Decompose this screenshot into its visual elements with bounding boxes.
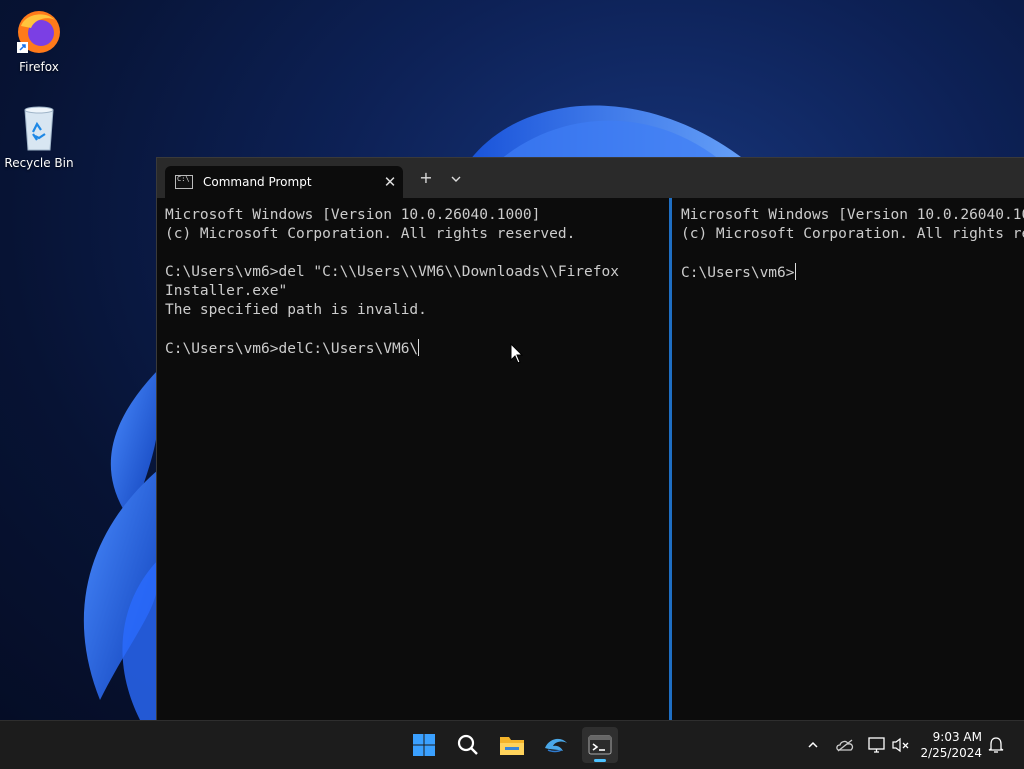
firefox-icon: [15, 8, 63, 56]
terminal-line: C:\Users\vm6>del "C:\\Users\\VM6\\Downlo…: [165, 264, 619, 280]
title-bar[interactable]: Command Prompt ✕ +: [157, 158, 1024, 198]
onedrive-button[interactable]: [834, 734, 856, 756]
terminal-input-text[interactable]: C:\Users\vm6>: [681, 265, 795, 281]
desktop-icon-firefox[interactable]: Firefox: [0, 8, 78, 74]
volume-muted-icon: [892, 737, 909, 753]
clock-date: 2/25/2024: [920, 746, 982, 760]
taskbar: 9:03 AM 2/25/2024: [0, 720, 1024, 769]
file-explorer-button[interactable]: [494, 727, 530, 763]
start-icon: [413, 734, 435, 756]
terminal-pane-right[interactable]: Microsoft Windows [Version 10.0.26040.10…: [673, 198, 1024, 721]
terminal-line: Microsoft Windows [Version 10.0.26040.10…: [681, 207, 1024, 223]
desktop-icon-recycle-bin[interactable]: Recycle Bin: [0, 104, 78, 170]
tab-dropdown-button[interactable]: [442, 170, 470, 189]
terminal-window: Command Prompt ✕ + Microsoft Windows [Ve…: [156, 157, 1024, 721]
recycle-bin-icon: [15, 104, 63, 152]
network-icon: [868, 737, 885, 753]
edge-icon: [545, 738, 567, 753]
onedrive-icon: [836, 739, 854, 752]
new-tab-button[interactable]: +: [412, 168, 440, 187]
show-hidden-icons-button[interactable]: [802, 734, 824, 756]
text-cursor: [418, 339, 420, 356]
chevron-up-icon: [808, 741, 818, 748]
terminal-icon: [588, 735, 612, 755]
notifications-button[interactable]: [985, 734, 1007, 756]
network-button[interactable]: [866, 734, 888, 756]
terminal-line: The specified path is invalid.: [165, 302, 427, 318]
tab-command-prompt[interactable]: Command Prompt ✕: [165, 166, 403, 198]
active-indicator: [594, 759, 606, 762]
desktop-icon-label: Firefox: [19, 60, 59, 74]
terminal-line: Microsoft Windows [Version 10.0.26040.10…: [165, 207, 541, 223]
pane-divider[interactable]: [669, 198, 672, 721]
terminal-pane-left[interactable]: Microsoft Windows [Version 10.0.26040.10…: [157, 198, 669, 721]
terminal-line: (c) Microsoft Corporation. All rights re…: [681, 226, 1024, 242]
desktop-icon-label: Recycle Bin: [4, 156, 74, 170]
terminal-line: (c) Microsoft Corporation. All rights re…: [165, 226, 576, 242]
search-button[interactable]: [450, 727, 486, 763]
notification-bell-icon: [988, 737, 1004, 753]
terminal-line: Installer.exe": [165, 283, 288, 299]
volume-button[interactable]: [890, 734, 912, 756]
edge-button[interactable]: [538, 727, 574, 763]
search-icon: [457, 734, 478, 755]
tab-title: Command Prompt: [203, 175, 312, 189]
clock-time: 9:03 AM: [932, 730, 982, 744]
file-explorer-icon: [500, 737, 524, 755]
terminal-prompt-line: C:\Users\vm6>: [681, 263, 1024, 283]
terminal-taskbar-button[interactable]: [582, 727, 618, 763]
terminal-input-text[interactable]: C:\Users\vm6>delC:\Users\VM6\: [165, 341, 418, 357]
cmd-icon: [175, 175, 193, 189]
tab-close-button[interactable]: ✕: [377, 173, 403, 191]
chevron-down-icon: [451, 176, 461, 182]
mouse-pointer-icon: [510, 343, 524, 364]
terminal-prompt-line: C:\Users\vm6>delC:\Users\VM6\: [165, 339, 669, 359]
text-cursor: [794, 263, 796, 280]
clock[interactable]: 9:03 AM 2/25/2024: [920, 729, 982, 761]
start-button[interactable]: [406, 727, 442, 763]
